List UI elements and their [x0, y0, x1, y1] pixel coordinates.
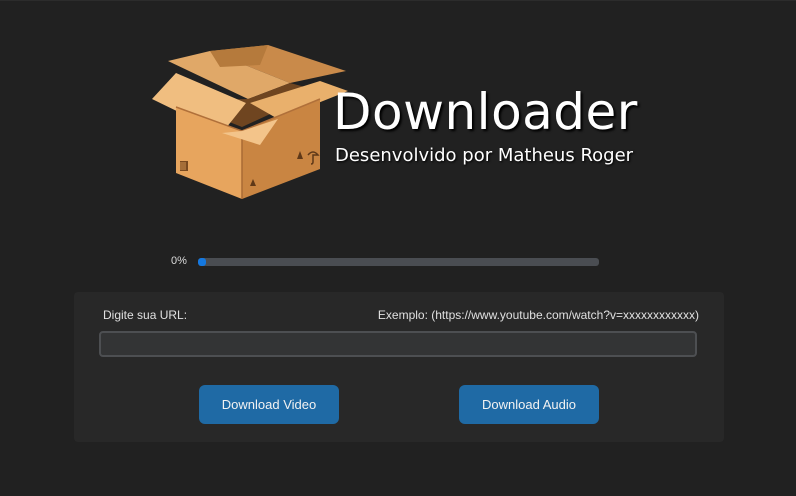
url-input[interactable]: [99, 331, 697, 357]
url-example: Exemplo: (https://www.youtube.com/watch?…: [377, 308, 699, 322]
app-subtitle: Desenvolvido por Matheus Roger: [335, 145, 634, 166]
progress-bar-fill: [198, 258, 206, 266]
url-label: Digite sua URL:: [103, 308, 188, 322]
download-video-button[interactable]: Download Video: [199, 385, 339, 424]
cardboard-box-icon: [152, 45, 348, 199]
progress-bar: [198, 258, 599, 266]
app-title: Downloader: [333, 83, 638, 141]
app-window: Downloader Desenvolvido por Matheus Roge…: [0, 0, 796, 496]
progress-percent: 0%: [171, 255, 187, 267]
download-audio-button[interactable]: Download Audio: [459, 385, 599, 424]
url-panel: Digite sua URL: Exemplo: (https://www.yo…: [74, 292, 724, 442]
